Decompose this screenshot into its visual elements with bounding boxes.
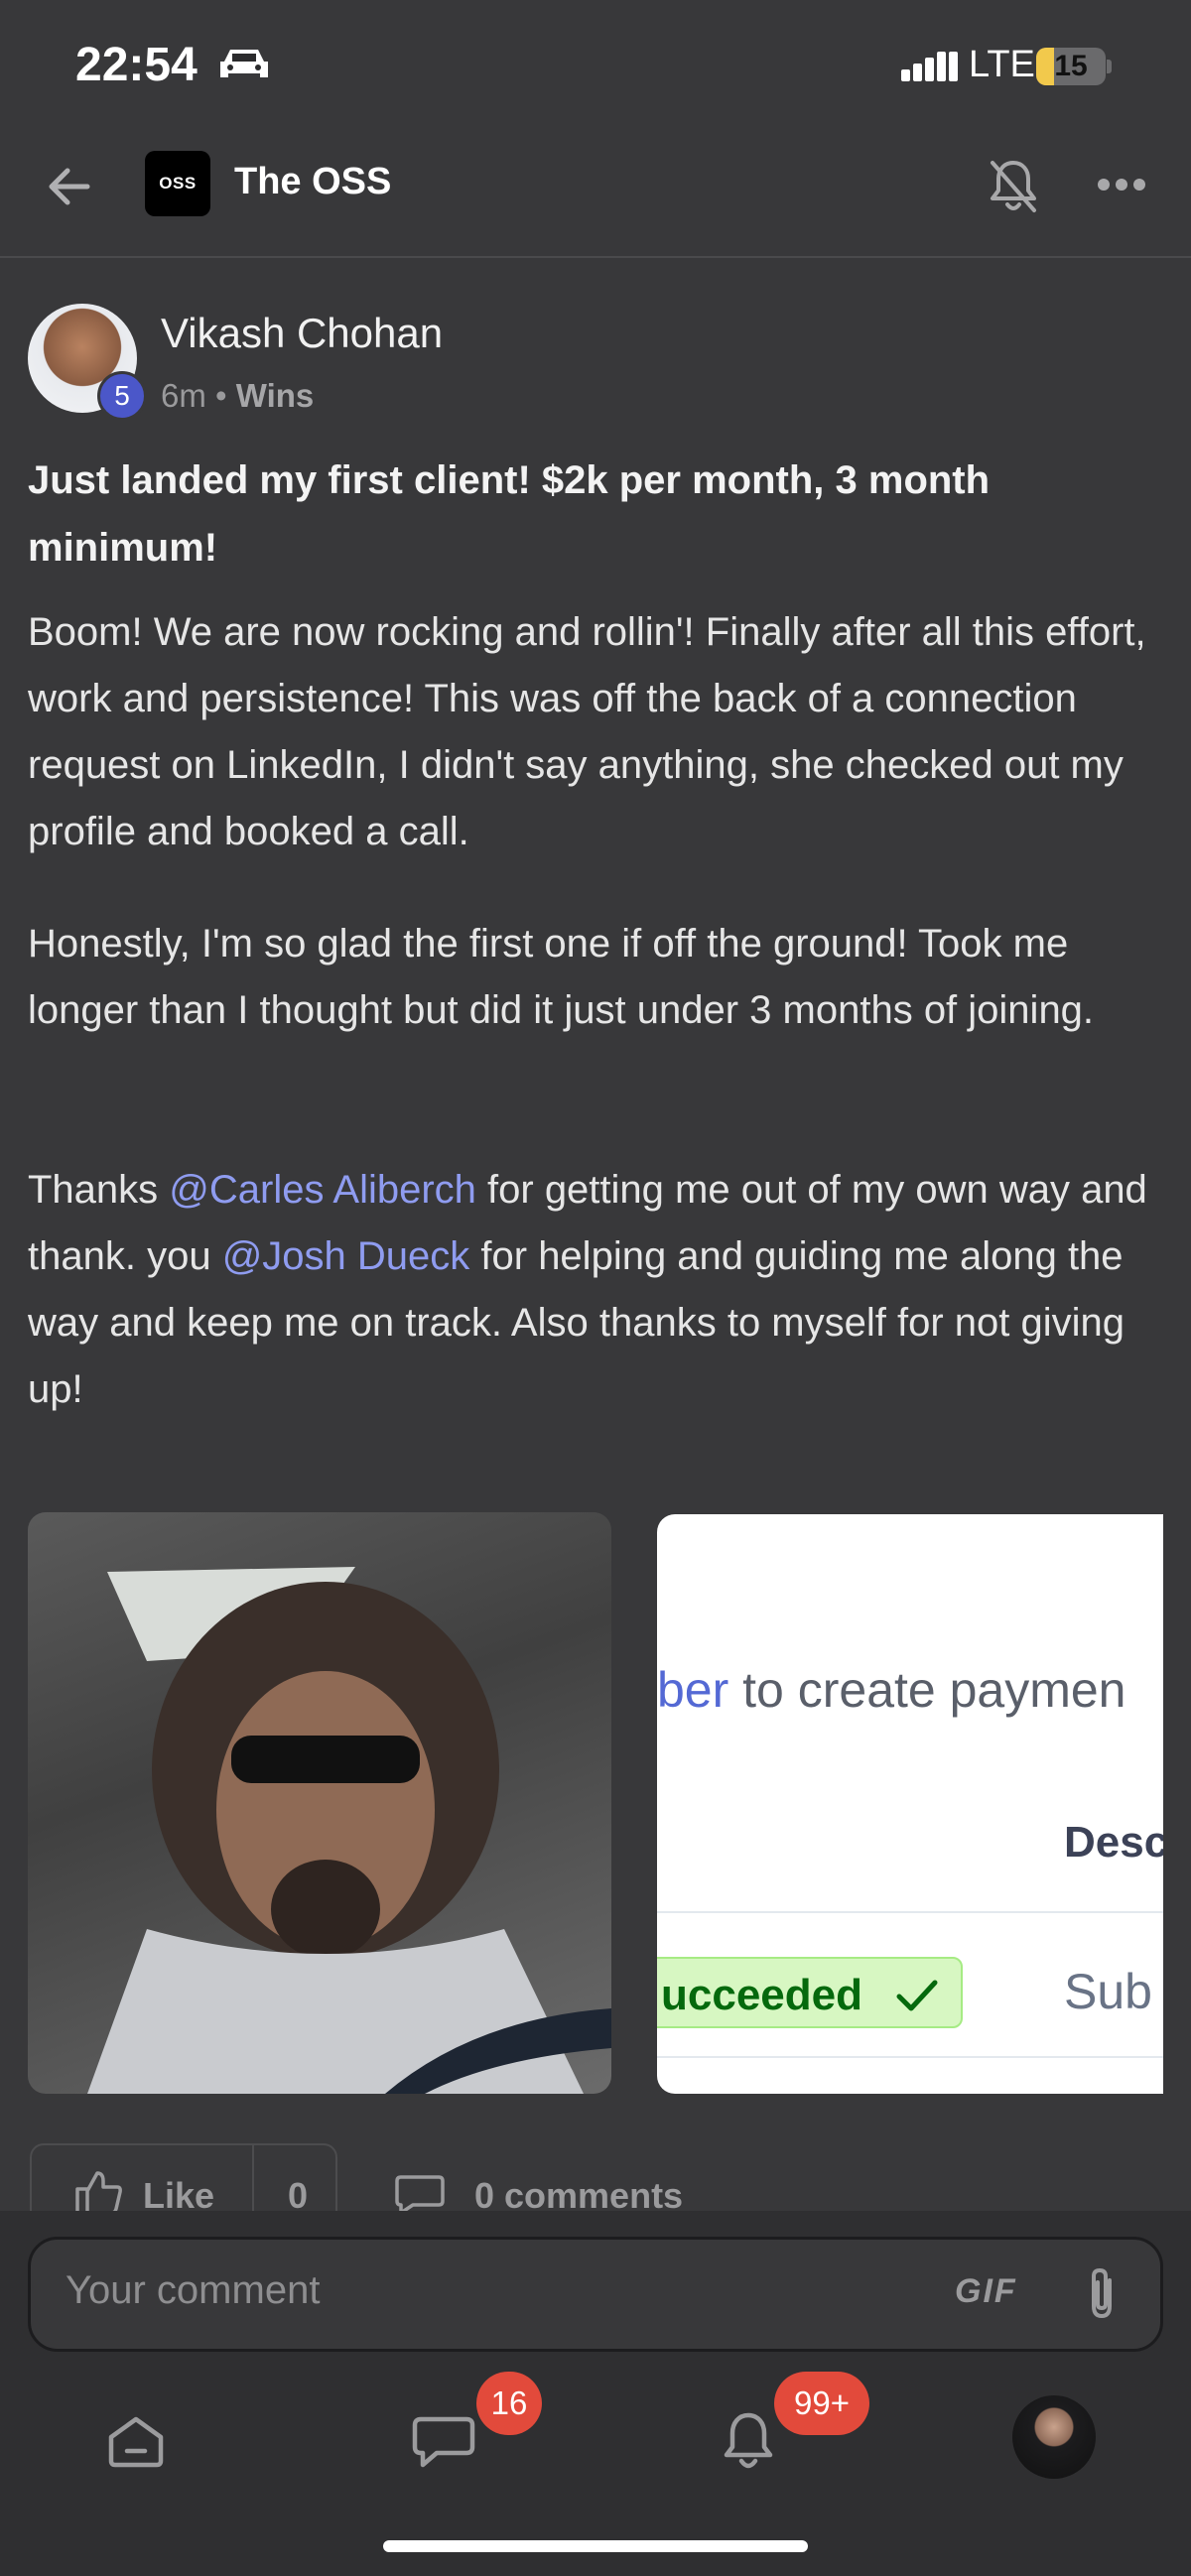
- screenshot-divider: [657, 1911, 1163, 1913]
- post-paragraph: Boom! We are now rocking and rollin'! Fi…: [28, 610, 1146, 853]
- battery-icon: 15: [1036, 48, 1112, 85]
- level-badge: 5: [97, 371, 147, 421]
- paperclip-icon[interactable]: [1084, 2264, 1120, 2324]
- comment-input[interactable]: [66, 2268, 860, 2313]
- more-icon[interactable]: [1096, 173, 1147, 196]
- network-label: LTE: [969, 44, 1035, 85]
- bell-off-icon[interactable]: [987, 157, 1040, 214]
- group-logo[interactable]: OSS: [145, 151, 210, 216]
- screenshot-text-fragment: to create paymen: [728, 1662, 1126, 1718]
- chat-icon[interactable]: [411, 2415, 476, 2471]
- mention-link[interactable]: @Carles Aliberch: [169, 1168, 476, 1212]
- thumbs-up-icon[interactable]: [73, 2169, 123, 2215]
- chat-badge: 16: [476, 2372, 542, 2435]
- signal-icon: [901, 52, 958, 81]
- bell-icon[interactable]: [723, 2409, 774, 2473]
- battery-level: 15: [1054, 50, 1088, 82]
- back-arrow-icon[interactable]: [42, 159, 97, 214]
- group-name[interactable]: The OSS: [234, 161, 391, 203]
- photo-placeholder: [87, 1567, 611, 2094]
- screenshot-text-line: ber to create paymen: [657, 1661, 1126, 1719]
- status-time: 22:54: [75, 39, 198, 91]
- attachment-screenshot[interactable]: ber to create paymen Desc ucceeded Sub: [657, 1514, 1163, 2094]
- group-header: OSS The OSS: [0, 139, 1191, 258]
- post-title: Just landed my first client! $2k per mon…: [28, 458, 991, 570]
- post-meta: 6m • Wins: [161, 377, 314, 415]
- screenshot-divider: [657, 2056, 1163, 2058]
- notifications-badge: 99+: [774, 2372, 869, 2435]
- screenshot-status-text: ucceeded: [661, 1971, 862, 2019]
- paragraph-text: Thanks: [28, 1168, 170, 1212]
- meta-separator: •: [205, 377, 236, 414]
- car-icon: [220, 50, 268, 77]
- screenshot-column-header: Desc: [1064, 1818, 1163, 1867]
- gif-button[interactable]: GIF: [955, 2272, 1017, 2311]
- profile-avatar[interactable]: [1012, 2395, 1096, 2479]
- home-indicator: [383, 2540, 808, 2552]
- post-category[interactable]: Wins: [236, 377, 315, 414]
- home-icon[interactable]: [105, 2413, 167, 2469]
- mention-link[interactable]: @Josh Dueck: [222, 1234, 470, 1278]
- post-time: 6m: [161, 377, 206, 414]
- screenshot-status-pill: ucceeded: [657, 1957, 963, 2028]
- check-icon: [896, 1980, 938, 2011]
- author-name[interactable]: Vikash Chohan: [161, 310, 443, 357]
- post-paragraph: Honestly, I'm so glad the first one if o…: [28, 922, 1095, 1032]
- post-paragraph: Thanks @Carles Aliberch for getting me o…: [28, 1157, 1169, 1423]
- comment-icon[interactable]: [393, 2173, 447, 2215]
- attachment-image[interactable]: [28, 1512, 611, 2094]
- screenshot-cell: Sub: [1064, 1964, 1152, 2019]
- screenshot-link-fragment: ber: [657, 1662, 729, 1718]
